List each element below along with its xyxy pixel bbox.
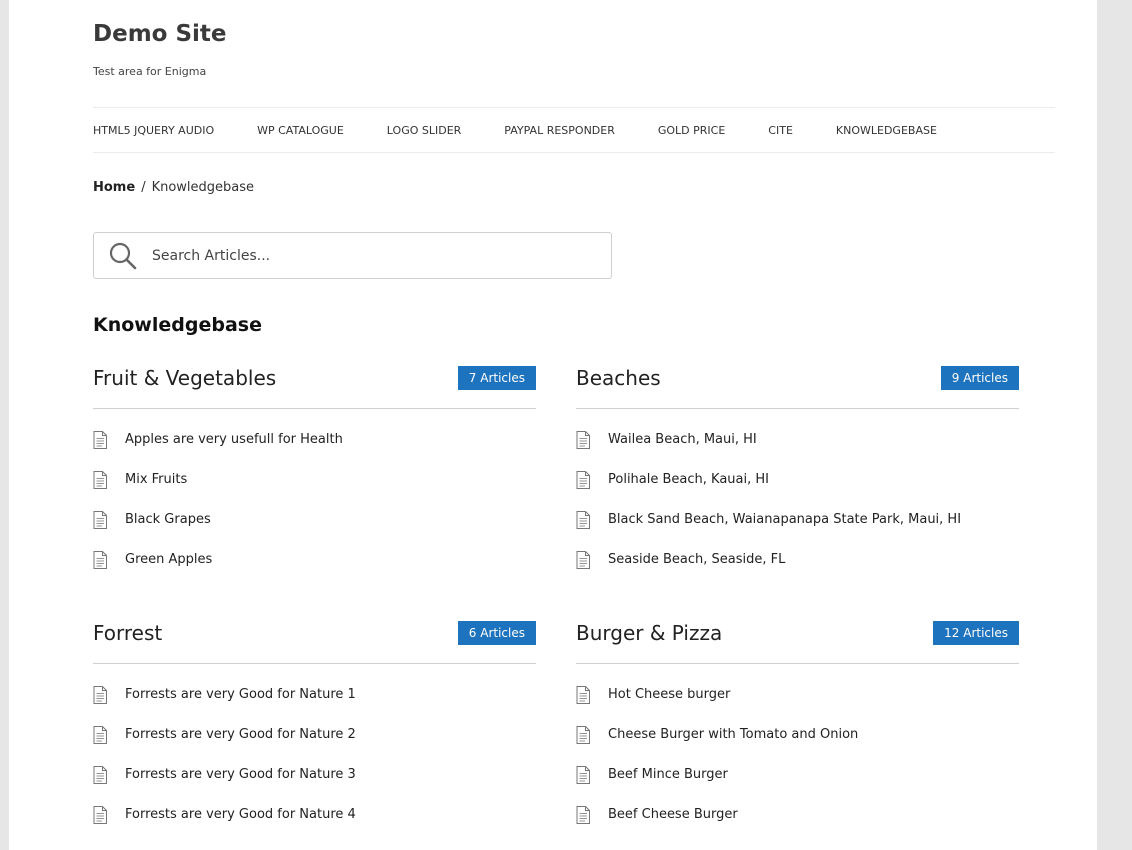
- document-icon: [93, 511, 107, 529]
- article-item[interactable]: Black Sand Beach, Waianapanapa State Par…: [576, 511, 1019, 551]
- article-item[interactable]: Hot Cheese burger: [576, 686, 1019, 726]
- nav-item-html5-jquery-audio[interactable]: HTML5 JQUERY AUDIO: [93, 124, 214, 137]
- article-item[interactable]: Seaside Beach, Seaside, FL: [576, 551, 1019, 591]
- article-link[interactable]: Hot Cheese burger: [608, 686, 730, 704]
- article-link[interactable]: Forrests are very Good for Nature 2: [125, 726, 356, 744]
- article-link[interactable]: Forrests are very Good for Nature 3: [125, 766, 356, 784]
- category-block: Beaches 9 Articles Wailea Beach, Maui, HI P…: [576, 366, 1019, 591]
- article-item[interactable]: Beef Cheese Burger: [576, 806, 1019, 846]
- breadcrumb-home-link[interactable]: Home: [93, 180, 135, 195]
- document-icon: [576, 686, 590, 704]
- main-nav: HTML5 JQUERY AUDIO WP CATALOGUE LOGO SLI…: [93, 107, 1055, 153]
- category-block: Fruit & Vegetables 7 Articles Apples are v…: [93, 366, 536, 591]
- article-item[interactable]: Forrests are very Good for Nature 4: [93, 806, 536, 846]
- category-title[interactable]: Forrest: [93, 621, 162, 645]
- article-count-badge[interactable]: 9 Articles: [940, 366, 1019, 390]
- article-item[interactable]: Mix Fruits: [93, 471, 536, 511]
- nav-item-knowledgebase[interactable]: KNOWLEDGEBASE: [836, 124, 937, 137]
- article-link[interactable]: Green Apples: [125, 551, 212, 569]
- article-link[interactable]: Beef Mince Burger: [608, 766, 728, 784]
- category-title[interactable]: Beaches: [576, 366, 661, 390]
- article-list: Apples are very usefull for Health Mix Fr…: [93, 431, 536, 591]
- article-item[interactable]: Forrests are very Good for Nature 2: [93, 726, 536, 766]
- nav-item-wp-catalogue[interactable]: WP CATALOGUE: [257, 124, 344, 137]
- article-link[interactable]: Polihale Beach, Kauai, HI: [608, 471, 769, 489]
- category-header: Beaches 9 Articles: [576, 366, 1019, 409]
- article-item[interactable]: Wailea Beach, Maui, HI: [576, 431, 1019, 471]
- article-list: Wailea Beach, Maui, HI Polihale Beach, Ka…: [576, 431, 1019, 591]
- breadcrumb: Home / Knowledgebase: [93, 180, 254, 195]
- article-link[interactable]: Black Grapes: [125, 511, 211, 529]
- category-header: Forrest 6 Articles: [93, 621, 536, 664]
- document-icon: [576, 431, 590, 449]
- document-icon: [93, 431, 107, 449]
- article-link[interactable]: Mix Fruits: [125, 471, 187, 489]
- article-link[interactable]: Cheese Burger with Tomato and Onion: [608, 726, 858, 744]
- category-header: Burger & Pizza 12 Articles: [576, 621, 1019, 664]
- nav-item-paypal-responder[interactable]: PAYPAL RESPONDER: [504, 124, 615, 137]
- breadcrumb-current: Knowledgebase: [151, 180, 255, 195]
- article-link[interactable]: Wailea Beach, Maui, HI: [608, 431, 757, 449]
- article-item[interactable]: Apples are very usefull for Health: [93, 431, 536, 471]
- article-item[interactable]: Black Grapes: [93, 511, 536, 551]
- document-icon: [93, 686, 107, 704]
- nav-item-logo-slider[interactable]: LOGO SLIDER: [387, 124, 462, 137]
- category-block: Forrest 6 Articles Forrests are very Good …: [93, 621, 536, 846]
- site-description: Test area for Enigma: [93, 65, 207, 78]
- site-title[interactable]: Demo Site: [93, 21, 227, 47]
- breadcrumb-separator: /: [141, 180, 146, 195]
- search-input[interactable]: [152, 247, 592, 264]
- article-link[interactable]: Seaside Beach, Seaside, FL: [608, 551, 785, 569]
- category-block: Burger & Pizza 12 Articles Hot Cheese burg…: [576, 621, 1019, 846]
- document-icon: [93, 471, 107, 489]
- category-title[interactable]: Fruit & Vegetables: [93, 366, 276, 390]
- page-heading: Knowledgebase: [93, 314, 262, 336]
- page-container: Demo Site Test area for Enigma HTML5 JQU…: [9, 0, 1097, 850]
- article-count-badge[interactable]: 6 Articles: [457, 621, 536, 645]
- search-icon[interactable]: [100, 233, 146, 278]
- category-title[interactable]: Burger & Pizza: [576, 621, 722, 645]
- article-item[interactable]: Polihale Beach, Kauai, HI: [576, 471, 1019, 511]
- article-count-badge[interactable]: 12 Articles: [933, 621, 1019, 645]
- document-icon: [576, 766, 590, 784]
- article-link[interactable]: Black Sand Beach, Waianapanapa State Par…: [608, 511, 961, 529]
- article-list: Forrests are very Good for Nature 1 Forre…: [93, 686, 536, 846]
- document-icon: [576, 471, 590, 489]
- category-header: Fruit & Vegetables 7 Articles: [93, 366, 536, 409]
- article-item[interactable]: Beef Mince Burger: [576, 766, 1019, 806]
- nav-item-gold-price[interactable]: GOLD PRICE: [658, 124, 725, 137]
- article-item[interactable]: Green Apples: [93, 551, 536, 591]
- article-link[interactable]: Apples are very usefull for Health: [125, 431, 343, 449]
- article-item[interactable]: Forrests are very Good for Nature 1: [93, 686, 536, 726]
- article-link[interactable]: Beef Cheese Burger: [608, 806, 738, 824]
- document-icon: [576, 726, 590, 744]
- document-icon: [576, 551, 590, 569]
- search-box: [93, 232, 612, 279]
- document-icon: [93, 806, 107, 824]
- article-link[interactable]: Forrests are very Good for Nature 1: [125, 686, 356, 704]
- article-link[interactable]: Forrests are very Good for Nature 4: [125, 806, 356, 824]
- document-icon: [576, 511, 590, 529]
- document-icon: [93, 766, 107, 784]
- article-list: Hot Cheese burger Cheese Burger with Toma…: [576, 686, 1019, 846]
- article-item[interactable]: Forrests are very Good for Nature 3: [93, 766, 536, 806]
- document-icon: [576, 806, 590, 824]
- document-icon: [93, 551, 107, 569]
- nav-item-cite[interactable]: CITE: [768, 124, 793, 137]
- document-icon: [93, 726, 107, 744]
- article-count-badge[interactable]: 7 Articles: [457, 366, 536, 390]
- article-item[interactable]: Cheese Burger with Tomato and Onion: [576, 726, 1019, 766]
